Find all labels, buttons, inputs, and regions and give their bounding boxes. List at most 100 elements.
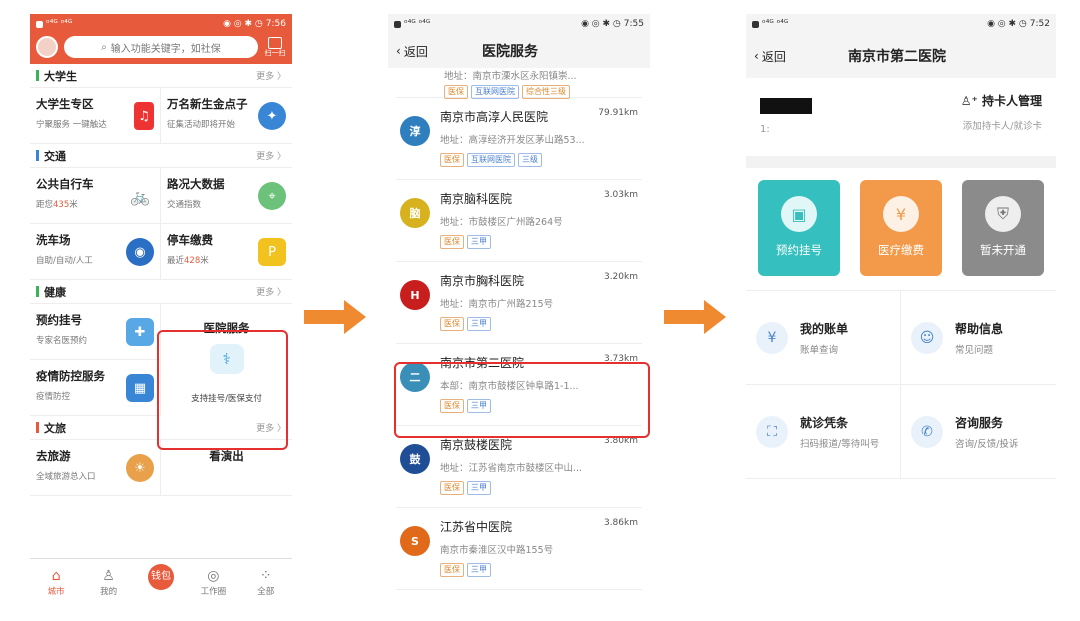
tab-wallet[interactable]: 钱包 (139, 563, 183, 590)
tab-city[interactable]: ⌂ 城市 (34, 567, 78, 597)
hospital-tag: 三甲 (467, 317, 491, 331)
user-icon: ♙ (102, 567, 115, 584)
phone-appointment-icon: ▣ (781, 196, 817, 232)
hospital-distance: 3.03km (603, 190, 638, 200)
unavailable-tile[interactable]: ⛨ 暂未开通 (962, 180, 1044, 276)
hospital-tag: 医保 (440, 563, 464, 577)
hospital-list-item[interactable]: S 江苏省中医院 南京市秦淮区汉中路155号 医保 三甲 3.86km (396, 508, 642, 590)
traffic-data-item[interactable]: 路况大数据 交通指数 ⌖ (161, 168, 292, 224)
hospital-address: 地址：江苏省南京市鼓楼区中山... (440, 463, 583, 474)
hospital-detail-screen: ᵒ⁴ᴳ ᵒ⁴ᴳ ◉ ◎ ✱ ◷ 7:52 ‹ 返回 南京市第二医院 1: ♙⁺ 持卡… (746, 14, 1056, 604)
hospital-tag: 互联网医院 (467, 153, 515, 167)
page-title: 南京市第二医院 (848, 49, 946, 65)
epidemic-service-item[interactable]: 疫情防控服务 疫情防控 ▦ (30, 360, 161, 416)
home-header: ᵒ⁴ᴳ ᵒ⁴ᴳ ◉ ◎ ✱ ◷ 7:56 ⌕ 输入功能关键字，如社保 扫一扫 (30, 14, 292, 64)
hospital-logo-icon: 淳 (400, 116, 430, 146)
hospital-logo-icon: 脑 (400, 198, 430, 228)
status-bar: ᵒ⁴ᴳ ᵒ⁴ᴳ ◉ ◎ ✱ ◷ 7:55 (388, 14, 650, 34)
three-screen-flow: ᵒ⁴ᴳ ᵒ⁴ᴳ ◉ ◎ ✱ ◷ 7:56 ⌕ 输入功能关键字，如社保 扫一扫 大学… (0, 0, 1080, 621)
bicycle-icon: 🚲 (126, 182, 154, 210)
public-bike-item[interactable]: 公共自行车 距您435米 🚲 (30, 168, 161, 224)
add-user-icon: ♙⁺ (960, 94, 978, 108)
status-bar: ᵒ⁴ᴳ ᵒ⁴ᴳ ◉ ◎ ✱ ◷ 7:52 (746, 14, 1056, 34)
help-info-item[interactable]: ☺ 帮助信息 常见问题 (901, 291, 1056, 385)
payment-icon: ¥ (883, 196, 919, 232)
tab-mine[interactable]: ♙ 我的 (87, 567, 131, 597)
more-link[interactable]: 更多 〉 (256, 69, 286, 82)
bed-icon: ⛨ (985, 196, 1021, 232)
appointment-icon: ✚ (126, 318, 154, 346)
scan-icon: ⛶ (756, 415, 788, 448)
chevron-left-icon: ‹ (396, 44, 401, 58)
freshman-ideas-item[interactable]: 万名新生金点子 征集活动即将开始 ✦ (161, 88, 292, 144)
scan-icon (268, 37, 282, 49)
city-app-home-screen: ᵒ⁴ᴳ ᵒ⁴ᴳ ◉ ◎ ✱ ◷ 7:56 ⌕ 输入功能关键字，如社保 扫一扫 大学… (30, 14, 292, 604)
hospital-tag: 三甲 (467, 235, 491, 249)
section-header-traffic: 交通 更多 〉 (30, 144, 292, 168)
cardholder-panel: 1: ♙⁺ 持卡人管理 添加持卡人/就诊卡 (746, 78, 1056, 156)
hospital-address: 地址：南京市广州路215号 (440, 299, 554, 310)
hospital-tag: 医保 (440, 235, 464, 249)
more-link[interactable]: 更多 〉 (256, 149, 286, 162)
visit-slip-item[interactable]: ⛶ 就诊凭条 扫码报道/等待叫号 (746, 385, 901, 479)
phone-icon: ✆ (911, 415, 943, 448)
scan-button[interactable]: 扫一扫 (264, 37, 286, 57)
grid-icon: ⁘ (259, 567, 272, 584)
hospital-list-item[interactable]: 鼓南京鼓楼医院 地址：江苏省南京市鼓楼区中山... 医保 三甲 3.80km (396, 426, 642, 508)
more-link[interactable]: 更多 〉 (256, 285, 286, 298)
hospital-list-item[interactable]: H 南京市胸科医院 地址：南京市广州路215号 医保 三甲 3.20km (396, 262, 642, 344)
appointment-item[interactable]: 预约挂号 专家名医预约 ✚ (30, 304, 161, 360)
map-icon: ⌖ (258, 182, 286, 210)
nav-bar: ‹ 返回 南京市第二医院 (746, 34, 1056, 78)
hospital-tag: 医保 (440, 317, 464, 331)
hospital-tag: 三甲 (467, 481, 491, 495)
home-icon: ⌂ (51, 567, 61, 584)
hospital-distance: 3.20km (603, 272, 638, 282)
hospital-distance: 79.91km (598, 108, 638, 118)
help-icon: ☺ (911, 321, 943, 354)
back-button[interactable]: ‹ 返回 (754, 48, 814, 65)
list-item[interactable]: 地址：南京市溧水区永阳镇崇... 医保 互联网医院 综合性三级 (396, 68, 642, 99)
hospital-logo-icon: H (400, 280, 430, 310)
hospital-logo-icon: 鼓 (400, 444, 430, 474)
hospital-address: 地址：高淳经济开发区茅山路53... (440, 135, 585, 146)
appointment-tile[interactable]: ▣ 预约挂号 (758, 180, 840, 276)
hospital-address: 南京市秦淮区汉中路155号 (440, 545, 554, 556)
page-title: 医院服务 (482, 44, 538, 60)
lightbulb-icon: ✦ (258, 102, 286, 130)
hospital-list-item[interactable]: 淳南京市高淳人民医院 地址：高淳经济开发区茅山路53... 医保 互联网医院 三级 79.… (396, 98, 642, 180)
my-bill-item[interactable]: ¥ 我的账单 账单查询 (746, 291, 901, 385)
bill-icon: ¥ (756, 321, 788, 354)
hospital-tag: 三级 (518, 153, 542, 167)
tab-work-circle[interactable]: ◎ 工作圈 (191, 567, 235, 597)
hospital-list-item[interactable]: 脑南京脑科医院 地址：市鼓楼区广州路264号 医保 三甲 3.03km (396, 180, 642, 262)
search-input[interactable]: ⌕ 输入功能关键字，如社保 (64, 36, 258, 58)
status-bar: ᵒ⁴ᴳ ᵒ⁴ᴳ ◉ ◎ ✱ ◷ 7:56 (30, 14, 292, 34)
back-button[interactable]: ‹ 返回 (396, 43, 456, 60)
consult-service-item[interactable]: ✆ 咨询服务 咨询/反馈/投诉 (901, 385, 1056, 479)
payment-tile[interactable]: ¥ 医疗缴费 (860, 180, 942, 276)
avatar[interactable] (36, 36, 58, 58)
highlight-box (157, 330, 288, 450)
cardholder-manage-button[interactable]: ♙⁺ 持卡人管理 添加持卡人/就诊卡 (961, 92, 1042, 142)
nav-bar: ‹ 返回 医院服务 (388, 34, 650, 68)
travel-item[interactable]: 去旅游 全域旅游总入口 ☀ (30, 440, 161, 496)
parking-fee-item[interactable]: 停车缴费 最近428米 P (161, 224, 292, 280)
search-icon: ⌕ (101, 41, 107, 53)
section-header-college: 大学生 更多 〉 (30, 64, 292, 88)
hospital-distance: 3.86km (603, 518, 638, 528)
redacted-name (760, 98, 812, 114)
circle-icon: ◎ (207, 567, 220, 584)
hospital-address: 地址：市鼓楼区广州路264号 (440, 217, 563, 228)
college-zone-item[interactable]: 大学生专区 宁聚服务 一键触达 ♫ (30, 88, 161, 144)
parking-icon: P (258, 238, 286, 266)
car-wash-icon: ◉ (126, 238, 154, 266)
car-wash-item[interactable]: 洗车场 自助/自动/人工 ◉ (30, 224, 161, 280)
flow-arrow (664, 300, 726, 334)
hospital-list-screen: ᵒ⁴ᴳ ᵒ⁴ᴳ ◉ ◎ ✱ ◷ 7:55 ‹ 返回 医院服务 地址：南京市溧水区永阳… (388, 14, 650, 604)
tab-all[interactable]: ⁘ 全部 (244, 567, 288, 597)
college-icon: ♫ (134, 102, 154, 130)
flow-arrow (304, 300, 366, 334)
section-header-health: 健康 更多 〉 (30, 280, 292, 304)
highlight-box (394, 362, 650, 438)
